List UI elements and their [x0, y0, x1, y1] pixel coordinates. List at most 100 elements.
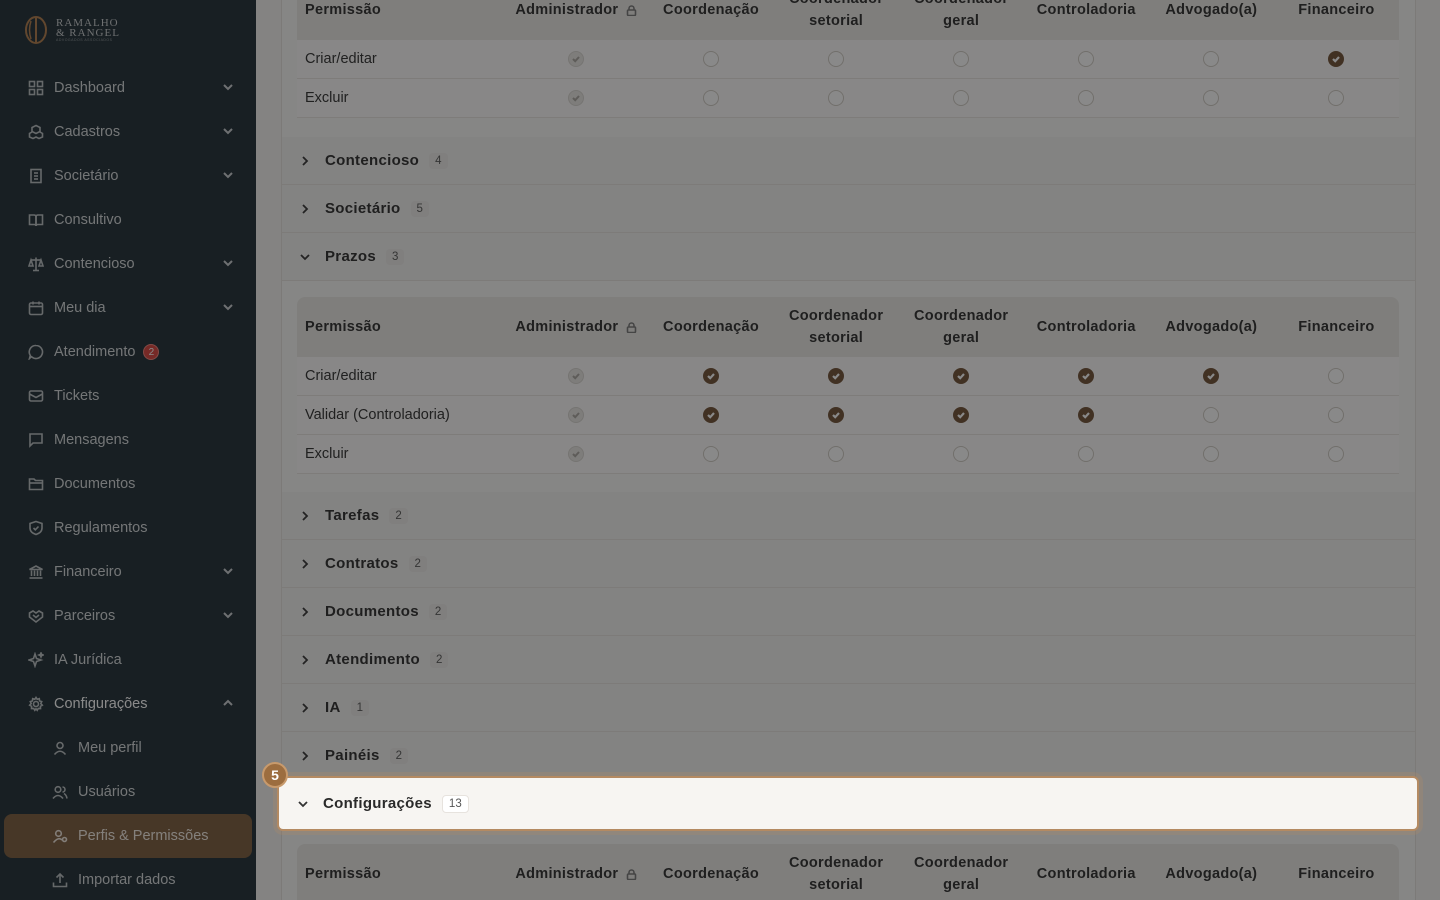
tour-step-badge: 5 — [262, 762, 288, 788]
checkbox[interactable] — [953, 51, 970, 67]
checkbox[interactable] — [703, 51, 720, 67]
checkbox-checked[interactable] — [1078, 368, 1095, 384]
table-row: Excluir — [297, 435, 1399, 474]
chevron-down-icon[interactable] — [222, 169, 234, 181]
checkbox[interactable] — [828, 90, 845, 106]
sidebar-nav: Dashboard Cadastros Societário Consultiv… — [0, 66, 256, 900]
col-coord-setorial: Coordenadorsetorial — [788, 308, 884, 346]
checkbox[interactable] — [703, 446, 720, 462]
handshake-icon — [28, 608, 44, 624]
col-coord-geral: Coordenadorgeral — [914, 308, 1009, 346]
checkbox-checked[interactable] — [703, 407, 720, 423]
sidebar-item-label: Configurações — [54, 696, 148, 712]
section-count: 2 — [408, 555, 427, 572]
sidebar-item-dashboard[interactable]: Dashboard — [0, 66, 256, 110]
sidebar-item-financeiro[interactable]: Financeiro — [0, 550, 256, 594]
chevron-down-icon[interactable] — [222, 125, 234, 137]
users-icon — [52, 784, 68, 800]
section-contencioso[interactable]: Contencioso 4 — [281, 137, 1416, 185]
chevron-down-icon[interactable] — [222, 257, 234, 269]
checkbox[interactable] — [703, 90, 720, 106]
sidebar-item-societario[interactable]: Societário — [0, 154, 256, 198]
sidebar-item-regulamentos[interactable]: Regulamentos — [0, 506, 256, 550]
sidebar-subitem-importar-dados[interactable]: Importar dados — [0, 858, 256, 900]
checkbox[interactable] — [953, 446, 970, 462]
lock-icon — [626, 868, 637, 880]
checkbox-checked[interactable] — [953, 368, 970, 384]
sidebar-item-label: Contencioso — [54, 256, 135, 272]
sidebar-item-mensagens[interactable]: Mensagens — [0, 418, 256, 462]
sidebar-item-cadastros[interactable]: Cadastros — [0, 110, 256, 154]
checkbox-checked[interactable] — [1328, 51, 1345, 67]
sidebar-item-consultivo[interactable]: Consultivo — [0, 198, 256, 242]
sidebar-item-label: IA Jurídica — [54, 652, 122, 668]
sidebar-item-documentos[interactable]: Documentos — [0, 462, 256, 506]
chevron-right-icon — [299, 203, 311, 215]
sidebar-subitem-perfis-permissoes[interactable]: Perfis & Permissões — [4, 814, 252, 858]
checkbox-checked[interactable] — [1203, 368, 1220, 384]
section-count: 13 — [441, 794, 469, 813]
chevron-down-icon — [299, 251, 311, 263]
checkbox[interactable] — [1203, 446, 1220, 462]
checkbox[interactable] — [1203, 407, 1220, 423]
checkbox[interactable] — [828, 51, 845, 67]
chevron-down-icon[interactable] — [222, 565, 234, 577]
checkbox-checked[interactable] — [828, 407, 845, 423]
section-count: 2 — [389, 507, 408, 524]
checkbox[interactable] — [828, 446, 845, 462]
main-content: Permissão Administrador Coordenação Coor… — [256, 0, 1440, 900]
sidebar-item-atendimento[interactable]: Atendimento 2 — [0, 330, 256, 374]
sidebar-item-meu-dia[interactable]: Meu dia — [0, 286, 256, 330]
checkbox-checked[interactable] — [953, 407, 970, 423]
section-paineis[interactable]: Painéis 2 — [281, 732, 1416, 780]
section-ia[interactable]: IA 1 — [281, 684, 1416, 732]
section-contratos[interactable]: Contratos 2 — [281, 540, 1416, 588]
checkbox[interactable] — [1328, 90, 1345, 106]
chevron-down-icon[interactable] — [222, 301, 234, 313]
chevron-right-icon — [299, 558, 311, 570]
checkbox[interactable] — [1203, 90, 1220, 106]
checkbox[interactable] — [1203, 51, 1220, 67]
brand-logo[interactable]: RAMALHO & RANGEL ADVOGADOS ASSOCIADOS — [24, 14, 120, 46]
chevron-down-icon[interactable] — [222, 609, 234, 621]
section-societario[interactable]: Societário 5 — [281, 185, 1416, 233]
section-prazos[interactable]: Prazos 3 — [281, 233, 1416, 281]
section-documentos[interactable]: Documentos 2 — [281, 588, 1416, 636]
checkbox[interactable] — [1078, 446, 1095, 462]
sidebar-subitem-meu-perfil[interactable]: Meu perfil — [0, 726, 256, 770]
checkbox-checked[interactable] — [703, 368, 720, 384]
section-name: Documentos — [325, 603, 419, 620]
sidebar-item-contencioso[interactable]: Contencioso — [0, 242, 256, 286]
sidebar-item-label: Importar dados — [78, 872, 176, 888]
folder-icon — [28, 476, 44, 492]
col-coord-geral: Coordenadorgeral — [914, 0, 1008, 29]
checkbox-checked[interactable] — [828, 368, 845, 384]
chevron-down-icon[interactable] — [222, 81, 234, 93]
permissions-table-configuracoes: Permissão Administrador Coordenação Coor… — [297, 844, 1399, 900]
checkbox[interactable] — [1078, 90, 1095, 106]
sidebar-item-tickets[interactable]: Tickets — [0, 374, 256, 418]
checkbox[interactable] — [1328, 446, 1345, 462]
sidebar-item-label: Financeiro — [54, 564, 122, 580]
checkbox[interactable] — [1328, 407, 1345, 423]
checkbox[interactable] — [953, 90, 970, 106]
checkbox[interactable] — [1078, 51, 1095, 67]
checkbox-locked — [568, 407, 585, 423]
checkbox[interactable] — [1328, 368, 1345, 384]
section-name: Societário — [325, 200, 401, 217]
section-tarefas[interactable]: Tarefas 2 — [281, 492, 1416, 540]
chevron-right-icon — [299, 606, 311, 618]
chevron-right-icon — [299, 750, 311, 762]
table-row: Criar/editar — [297, 40, 1399, 79]
sidebar-item-ia-juridica[interactable]: IA Jurídica — [0, 638, 256, 682]
sidebar-item-parceiros[interactable]: Parceiros — [0, 594, 256, 638]
sidebar-subitem-usuarios[interactable]: Usuários — [0, 770, 256, 814]
section-atendimento[interactable]: Atendimento 2 — [281, 636, 1416, 684]
chevron-up-icon[interactable] — [222, 697, 234, 709]
section-configuracoes-highlighted[interactable]: Configurações 13 — [277, 776, 1419, 831]
sidebar-item-label: Parceiros — [54, 608, 116, 624]
checkbox-locked — [568, 51, 585, 67]
checkbox-checked[interactable] — [1078, 407, 1095, 423]
sidebar-item-label: Consultivo — [54, 212, 122, 228]
sidebar-item-configuracoes[interactable]: Configurações — [0, 682, 256, 726]
